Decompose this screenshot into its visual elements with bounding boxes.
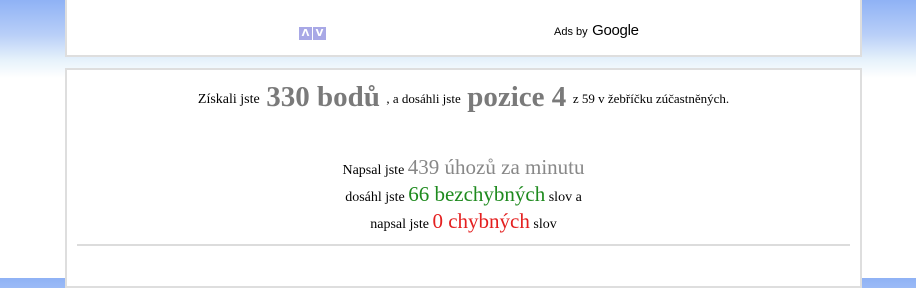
errors-suffix: slov [533, 217, 557, 232]
mid-text: , a dosáhli jste [386, 91, 461, 106]
google-logo-text: Google [592, 22, 639, 39]
position-value: pozice 4 [467, 81, 567, 113]
down-arrow-icon[interactable]: V [313, 27, 326, 40]
score-summary: Získali jste 330 bodů , a dosáhli jste p… [67, 81, 860, 114]
participants-text: z 59 v žebříčku zúčastněných. [572, 91, 730, 106]
ads-by-google-link[interactable]: Ads by Google [554, 22, 639, 40]
result-panel: Získali jste 330 bodů , a dosáhli jste p… [65, 68, 862, 288]
correct-words-row: dosáhl jste 66 bezchybných slov a [67, 181, 860, 208]
correct-suffix: slov a [548, 190, 582, 205]
speed-value: 439 úhozů za minutu [407, 155, 585, 179]
errors-prefix: napsal jste [370, 217, 429, 232]
correct-words-value: 66 bezchybných [408, 182, 546, 206]
intro-text: Získali jste [197, 92, 260, 107]
up-arrow-icon[interactable]: Λ [299, 27, 312, 40]
ads-by-label: Ads by [554, 26, 588, 38]
error-words-value: 0 chybných [432, 209, 530, 233]
correct-prefix: dosáhl jste [345, 190, 405, 205]
adchoices-icon[interactable]: Λ V [299, 27, 327, 40]
section-divider [77, 244, 850, 246]
error-words-row: napsal jste 0 chybných slov [67, 208, 860, 235]
ad-panel: Λ V Ads by Google [65, 0, 862, 57]
speed-prefix: Napsal jste [342, 163, 405, 178]
typing-stats: Napsal jste 439 úhozů za minutu dosáhl j… [67, 154, 860, 235]
points-value: 330 bodů [266, 81, 380, 113]
speed-row: Napsal jste 439 úhozů za minutu [67, 154, 860, 181]
